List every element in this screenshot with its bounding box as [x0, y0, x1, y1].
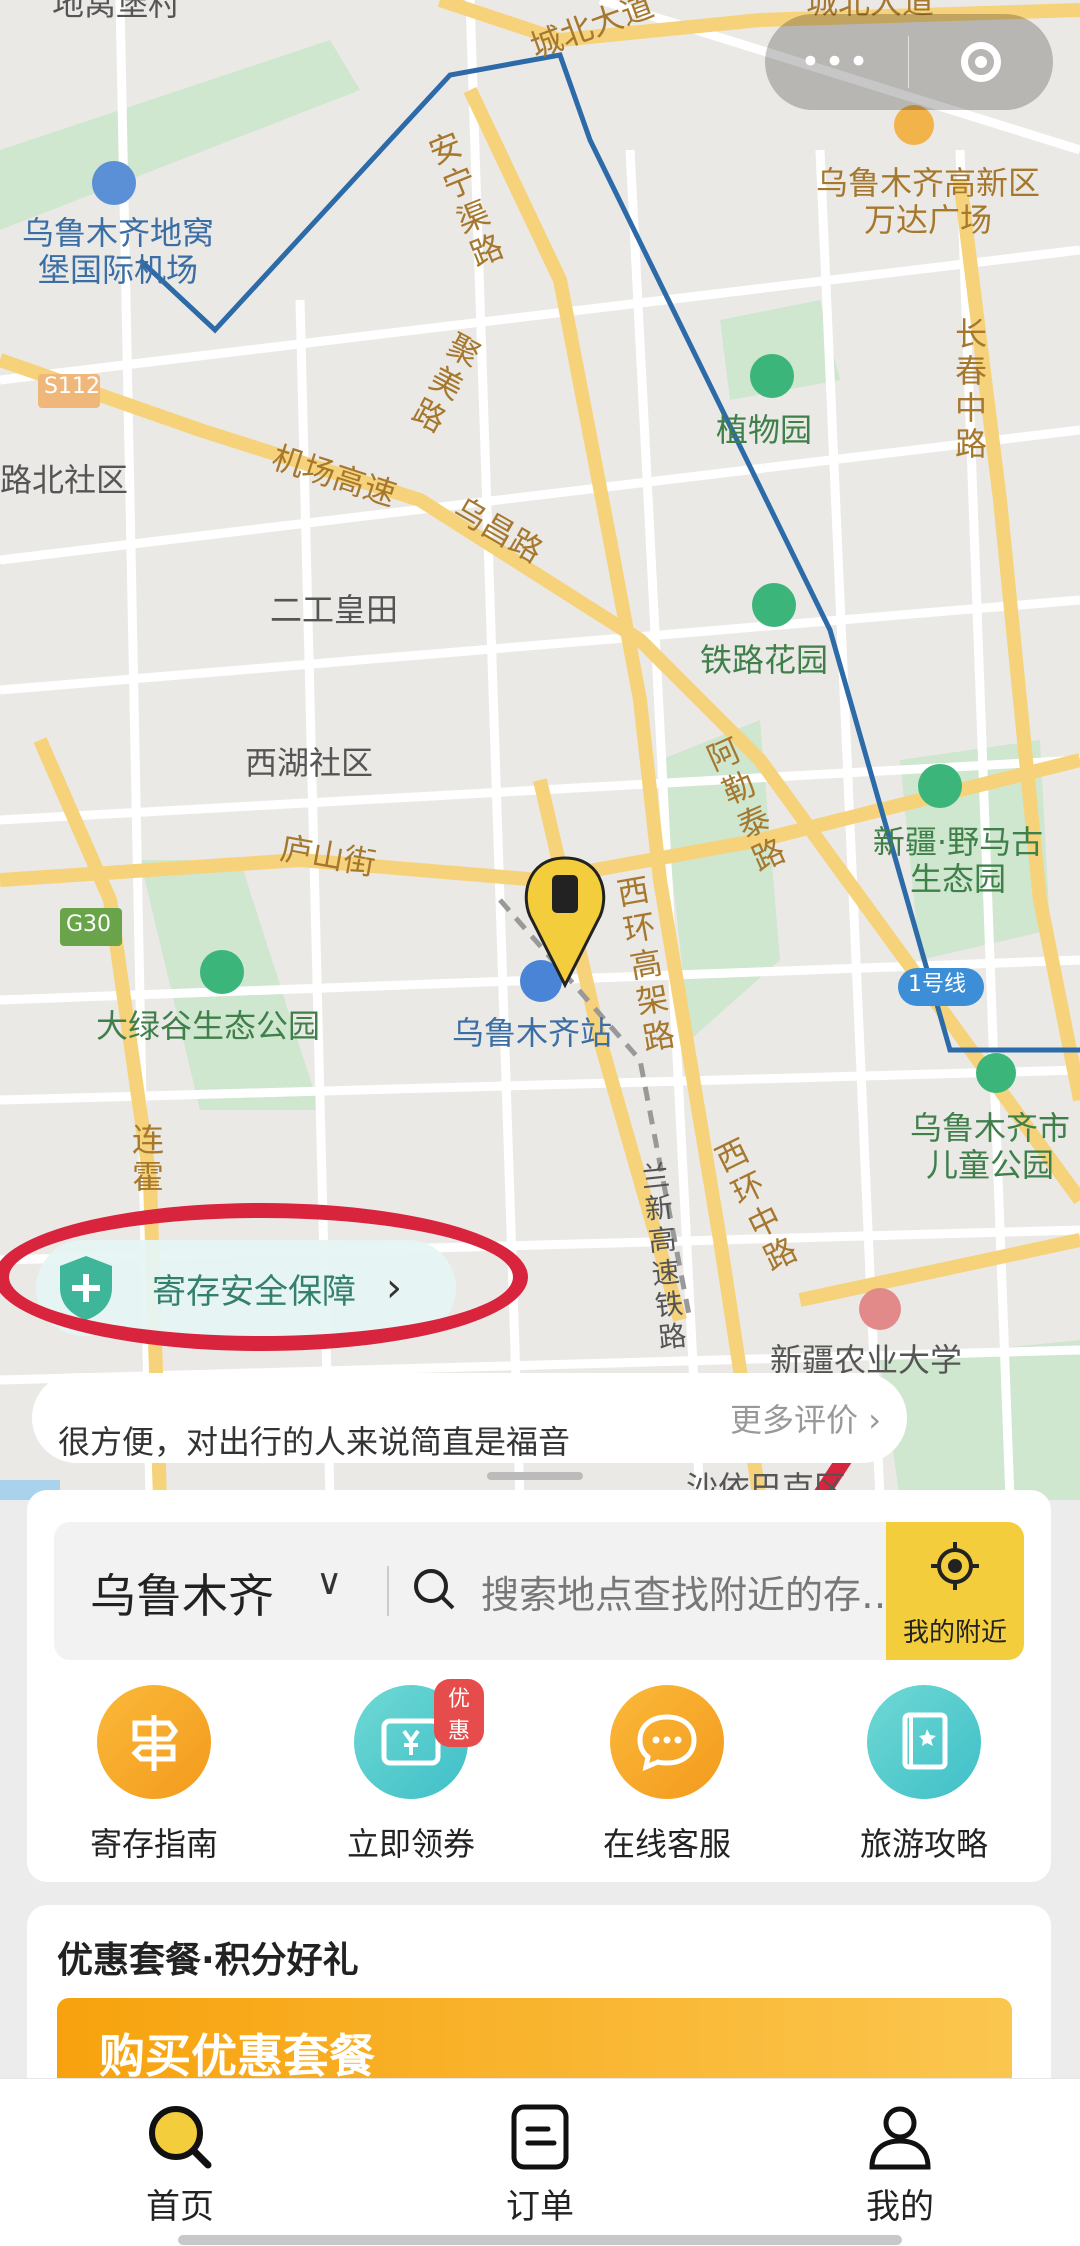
map-label: 连霍 [132, 1121, 165, 1196]
coupon-icon: 优惠 [354, 1679, 485, 1799]
road-shield-label: S112 [44, 374, 100, 399]
promo-heading: 优惠套餐·积分好礼 [57, 1940, 359, 1981]
storage-guide-button[interactable]: 寄存指南 [54, 1685, 254, 1865]
tab-home[interactable]: 首页 [90, 2101, 270, 2228]
map-label: 乌鲁木齐市儿童公园 [909, 1109, 1070, 1184]
metro-line-label: 1号线 [908, 972, 966, 997]
home-indicator [178, 2235, 902, 2245]
tab-label: 首页 [146, 2187, 214, 2227]
sheet-drag-handle[interactable] [487, 1472, 583, 1480]
more-menu-button[interactable]: ••• [765, 42, 908, 82]
search-divider [387, 1566, 389, 1616]
banner-title: 购买优惠套餐 [99, 2029, 375, 2083]
search-icon [414, 1569, 455, 1610]
tab-profile[interactable]: 我的 [810, 2101, 990, 2228]
miniprogram-capsule: ••• [765, 14, 1053, 110]
map-label: 乌鲁木齐地窝堡国际机场 [21, 214, 214, 289]
action-label: 在线客服 [602, 1825, 731, 1863]
road-shield-label: G30 [66, 912, 112, 937]
map-label: 铁路花园 [700, 641, 829, 679]
chevron-down-icon[interactable]: ∨ [316, 1562, 342, 1603]
map-label: 大绿谷生态公园 [96, 1007, 321, 1045]
city-selector[interactable]: 乌鲁木齐 [90, 1560, 274, 1626]
map-label: 植物园 [716, 411, 813, 449]
map-label: 路北社区 [0, 461, 129, 499]
chat-icon [610, 1685, 724, 1799]
online-service-button[interactable]: 在线客服 [567, 1685, 767, 1865]
annotation-ellipse [0, 1203, 528, 1351]
map-label: 地窝堡村 [52, 0, 181, 23]
map-label: 西湖社区 [245, 744, 374, 782]
search-sheet: 乌鲁木齐 ∨ 搜索地点查找附近的存… 我的附近 寄存指南 优惠 立即领券 在线客… [27, 1490, 1051, 1882]
nearby-button[interactable]: 我的附近 [886, 1522, 1024, 1660]
close-miniprogram-button[interactable] [909, 42, 1052, 82]
discount-badge: 优惠 [434, 1679, 485, 1747]
map-label: 新疆·野马古生态园 [872, 823, 1044, 898]
map-label: 乌鲁木齐高新区万达广场 [815, 164, 1040, 239]
nearby-label: 我的附近 [902, 1618, 1007, 1648]
home-search-icon [149, 2106, 212, 2169]
review-text: 很方便，对出行的人来说简直是福音 [58, 1423, 571, 1461]
map-label: 二工皇田 [270, 591, 399, 629]
target-circle-icon [960, 42, 1001, 82]
bottom-tab-bar: 首页 订单 我的 [0, 2078, 1080, 2246]
tab-label: 我的 [866, 2187, 934, 2227]
review-card[interactable]: 更多评价 › 很方便，对出行的人来说简直是福音 [32, 1373, 907, 1463]
quick-actions: 寄存指南 优惠 立即领券 在线客服 旅游攻略 [27, 1679, 1051, 1865]
locate-icon [931, 1542, 979, 1590]
map-label: 长春中路 [955, 315, 988, 464]
tab-orders[interactable]: 订单 [450, 2101, 630, 2228]
tab-label: 订单 [506, 2187, 574, 2227]
search-bar: 乌鲁木齐 ∨ 搜索地点查找附近的存… 我的附近 [54, 1522, 1024, 1660]
map-label: 乌鲁木齐站 [452, 1014, 613, 1052]
action-label: 旅游攻略 [859, 1825, 988, 1863]
more-reviews-link[interactable]: 更多评价 › [730, 1395, 881, 1441]
order-icon [511, 2104, 569, 2170]
search-input[interactable]: 搜索地点查找附近的存… [481, 1564, 899, 1619]
travel-guide-button[interactable]: 旅游攻略 [824, 1685, 1024, 1865]
action-label: 寄存指南 [89, 1825, 218, 1863]
signpost-icon [97, 1685, 211, 1799]
coupon-button[interactable]: 优惠 立即领券 [311, 1679, 511, 1865]
profile-icon [869, 2106, 931, 2170]
action-label: 立即领券 [346, 1825, 475, 1863]
guidebook-icon [867, 1685, 981, 1799]
